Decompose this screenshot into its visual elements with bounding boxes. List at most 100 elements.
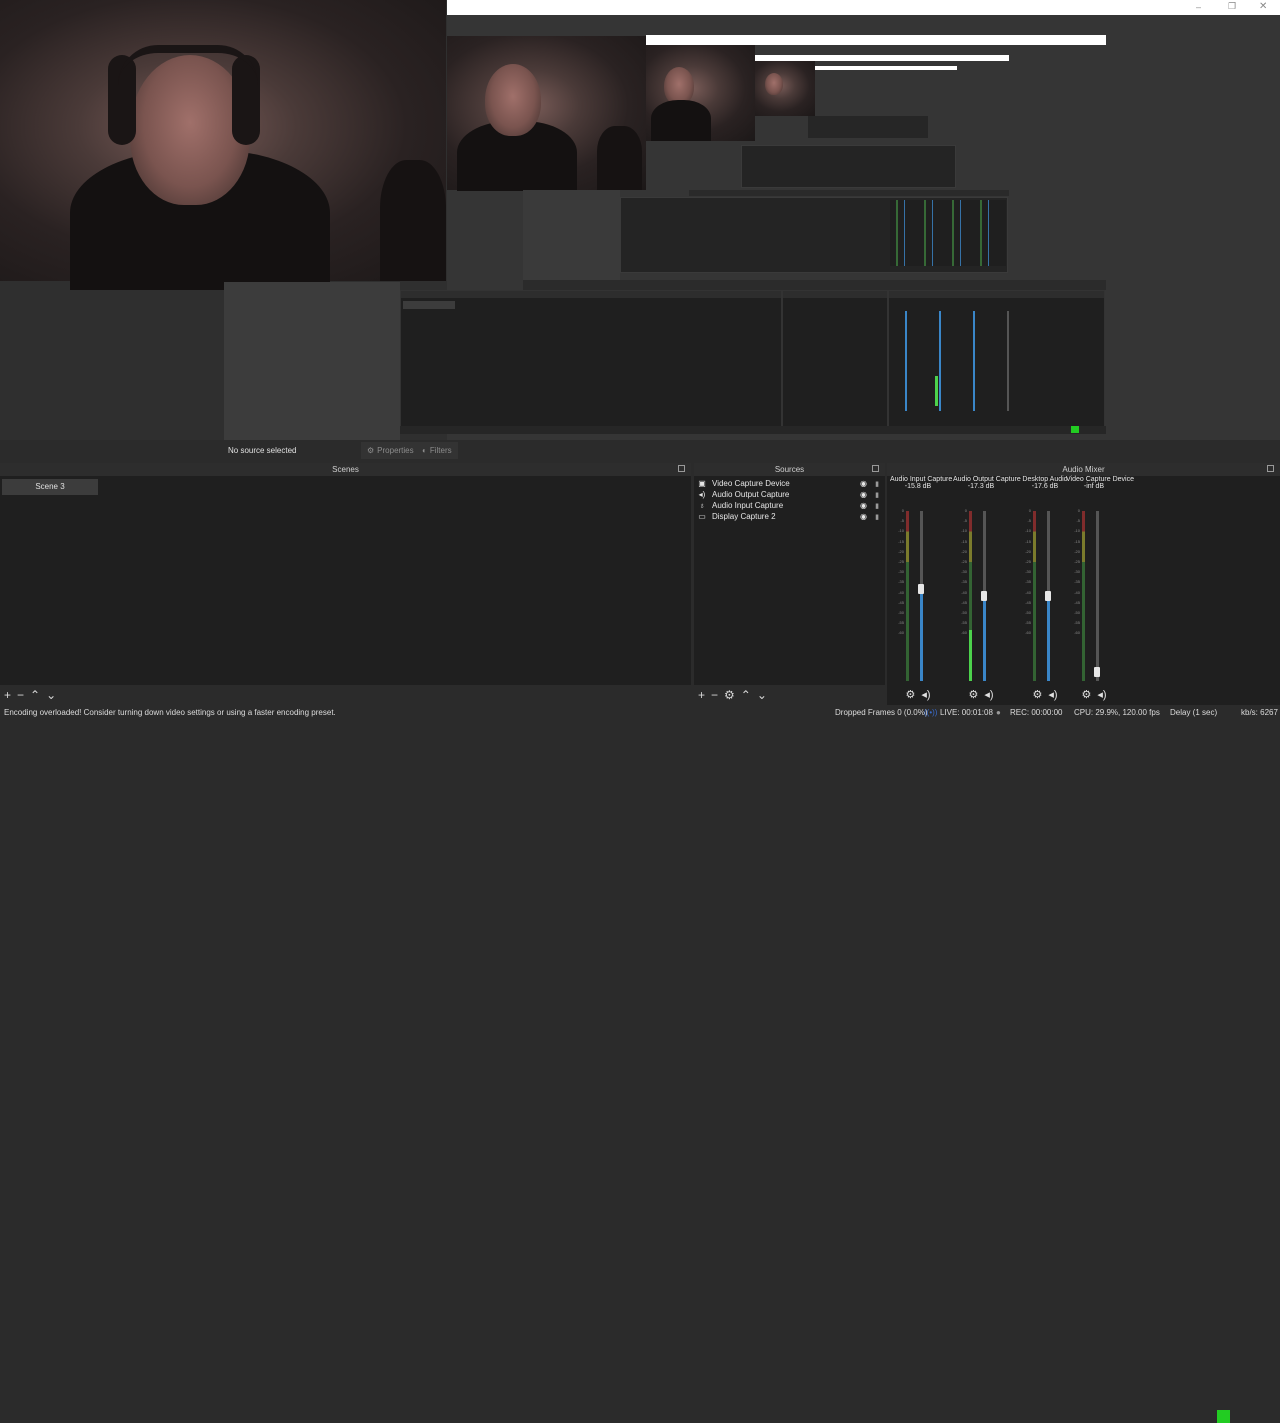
window-titlebar-mini: [646, 35, 1106, 45]
source-item[interactable]: ◂) Audio Output Capture ◉ ▮: [696, 489, 883, 500]
move-up-icon[interactable]: ⌃: [30, 688, 40, 702]
mixer-channel: Desktop Audio -17.6 dB 0 -5 -10 -15 -20 -25 -30-…: [1017, 476, 1073, 703]
scene-item[interactable]: Scene 3: [2, 479, 98, 495]
properties-button[interactable]: ⚙ Properties: [361, 442, 420, 459]
add-icon[interactable]: +: [4, 688, 11, 702]
no-source-label: No source selected: [228, 446, 297, 455]
speaker-icon[interactable]: ◂): [921, 688, 930, 701]
microphone-icon: ♁: [699, 501, 705, 510]
remove-icon[interactable]: −: [711, 688, 718, 702]
nested-sources-dock: [782, 290, 888, 427]
meter-ticks: 0 -5 -10 -15 -20 -25 -30 -35 -40 -45 -50 -55 -60: [1074, 508, 1080, 636]
channel-name: Video Capture Device: [1066, 476, 1134, 483]
sources-toolbar: + − ⚙ ⌃ ⌄: [694, 685, 885, 705]
eye-icon[interactable]: ◉: [860, 479, 867, 488]
gear-icon[interactable]: ⚙: [724, 688, 735, 702]
source-item[interactable]: ▣ Video Capture Device ◉ ▮: [696, 478, 883, 489]
stream-delay: Delay (1 sec): [1170, 708, 1218, 717]
scenes-title: Scenes: [0, 463, 691, 476]
live-timer: LIVE: 00:01:08: [940, 708, 993, 717]
fader-handle[interactable]: [981, 591, 987, 601]
speaker-icon[interactable]: ◂): [1048, 688, 1057, 701]
channel-controls: ⚙ ◂): [953, 688, 1009, 701]
channel-name: Audio Output Capture: [953, 476, 1021, 483]
webcam-feed: [0, 0, 446, 290]
scenes-title-text: Scenes: [332, 465, 359, 474]
gear-icon[interactable]: ⚙: [1032, 688, 1042, 701]
channel-name: Audio Input Capture: [890, 476, 953, 483]
broadcast-icon: ((•)): [924, 708, 938, 717]
rec-timer: REC: 00:00:00: [1010, 708, 1063, 717]
webcam-feed-mini: [447, 36, 646, 191]
volume-fader[interactable]: [1096, 511, 1099, 681]
speaker-icon[interactable]: ◂): [1097, 688, 1106, 701]
meter-ticks: 0 -5 -10 -15 -20 -25 -30 -35 -40 -45 -50 -55 -60: [898, 508, 904, 636]
channel-db: -17.3 dB: [967, 483, 995, 490]
source-name: Audio Output Capture: [712, 490, 790, 499]
eye-icon[interactable]: ◉: [860, 512, 867, 521]
mixer-title-text: Audio Mixer: [1062, 465, 1105, 474]
connection-indicator: [1217, 1410, 1230, 1423]
sources-title: Sources: [694, 463, 885, 476]
move-up-icon[interactable]: ⌃: [741, 688, 751, 702]
nested-scenes-dock: [400, 290, 782, 427]
add-icon[interactable]: +: [698, 688, 705, 702]
speaker-icon[interactable]: ◂): [984, 688, 993, 701]
minimize-icon[interactable]: –: [1196, 2, 1201, 12]
dropped-frames: Dropped Frames 0 (0.0%): [835, 708, 928, 717]
nested-mixer-dock: [888, 290, 1105, 427]
filter-icon: ◐: [422, 446, 427, 455]
volume-meter: [1082, 511, 1085, 681]
gear-icon[interactable]: ⚙: [1081, 688, 1091, 701]
move-down-icon[interactable]: ⌄: [757, 688, 767, 702]
sources-title-text: Sources: [774, 465, 805, 474]
source-toolbar: No source selected ⚙ Properties ◐ Filter…: [224, 440, 1280, 462]
lock-icon[interactable]: ▮: [875, 502, 879, 510]
fader-handle[interactable]: [1045, 591, 1051, 601]
webcam-feed-mini-2: [646, 45, 755, 141]
fader-fill: [920, 589, 923, 681]
channel-db: -inf dB: [1083, 483, 1105, 490]
status-message: Encoding overloaded! Consider turning do…: [4, 708, 336, 717]
source-name: Video Capture Device: [712, 479, 790, 488]
volume-meter: [1033, 511, 1036, 681]
cpu-usage: CPU: 29.9%, 120.00 fps: [1074, 708, 1160, 717]
sources-dock: Sources ▣ Video Capture Device ◉ ▮ ◂) Au…: [694, 463, 885, 705]
lock-icon[interactable]: ▮: [875, 491, 879, 499]
bitrate: kb/s: 6267: [1241, 708, 1278, 717]
eye-icon[interactable]: ◉: [860, 501, 867, 510]
channel-controls: ⚙ ◂): [890, 688, 946, 701]
undock-icon[interactable]: [678, 465, 685, 472]
meter-ticks: 0 -5 -10 -15 -20 -25 -30 -35 -40 -45 -50 -55 -60: [1025, 508, 1031, 636]
fader-handle[interactable]: [918, 584, 924, 594]
source-item[interactable]: ♁ Audio Input Capture ◉ ▮: [696, 500, 883, 511]
gear-icon[interactable]: ⚙: [968, 688, 978, 701]
gear-icon[interactable]: ⚙: [905, 688, 915, 701]
restore-icon[interactable]: ❐: [1228, 1, 1236, 12]
meter-level: [969, 630, 972, 681]
meter-ticks: 0 -5 -10 -15 -20 -25 -30 -35 -40 -45 -50 -55 -60: [961, 508, 967, 636]
undock-icon[interactable]: [1267, 465, 1274, 472]
lock-icon[interactable]: ▮: [875, 480, 879, 488]
undock-icon[interactable]: [872, 465, 879, 472]
scenes-toolbar: + − ⌃ ⌄: [0, 685, 691, 705]
monitor-icon: ▭: [698, 512, 706, 521]
fader-fill: [983, 596, 986, 681]
lock-icon[interactable]: ▮: [875, 513, 879, 521]
preview-canvas[interactable]: – ❐ ✕: [0, 0, 1280, 440]
move-down-icon[interactable]: ⌄: [46, 688, 56, 702]
close-icon[interactable]: ✕: [1259, 1, 1267, 12]
status-bar: Encoding overloaded! Consider turning do…: [0, 705, 1280, 1423]
source-item[interactable]: ▭ Display Capture 2 ◉ ▮: [696, 511, 883, 522]
channel-controls: ⚙ ◂): [1066, 688, 1122, 701]
filters-button[interactable]: ◐ Filters: [416, 442, 458, 459]
fader-handle[interactable]: [1094, 667, 1100, 677]
channel-name: Desktop Audio: [1022, 476, 1068, 483]
mixer-channel: Audio Input Capture -15.8 dB 0 -5 -10 -15 -20-…: [890, 476, 953, 703]
camera-icon: ▣: [698, 479, 706, 488]
mixer-title: Audio Mixer: [887, 463, 1280, 476]
volume-meter: [906, 511, 909, 681]
gear-icon: ⚙: [367, 446, 375, 455]
remove-icon[interactable]: −: [17, 688, 24, 702]
eye-icon[interactable]: ◉: [860, 490, 867, 499]
